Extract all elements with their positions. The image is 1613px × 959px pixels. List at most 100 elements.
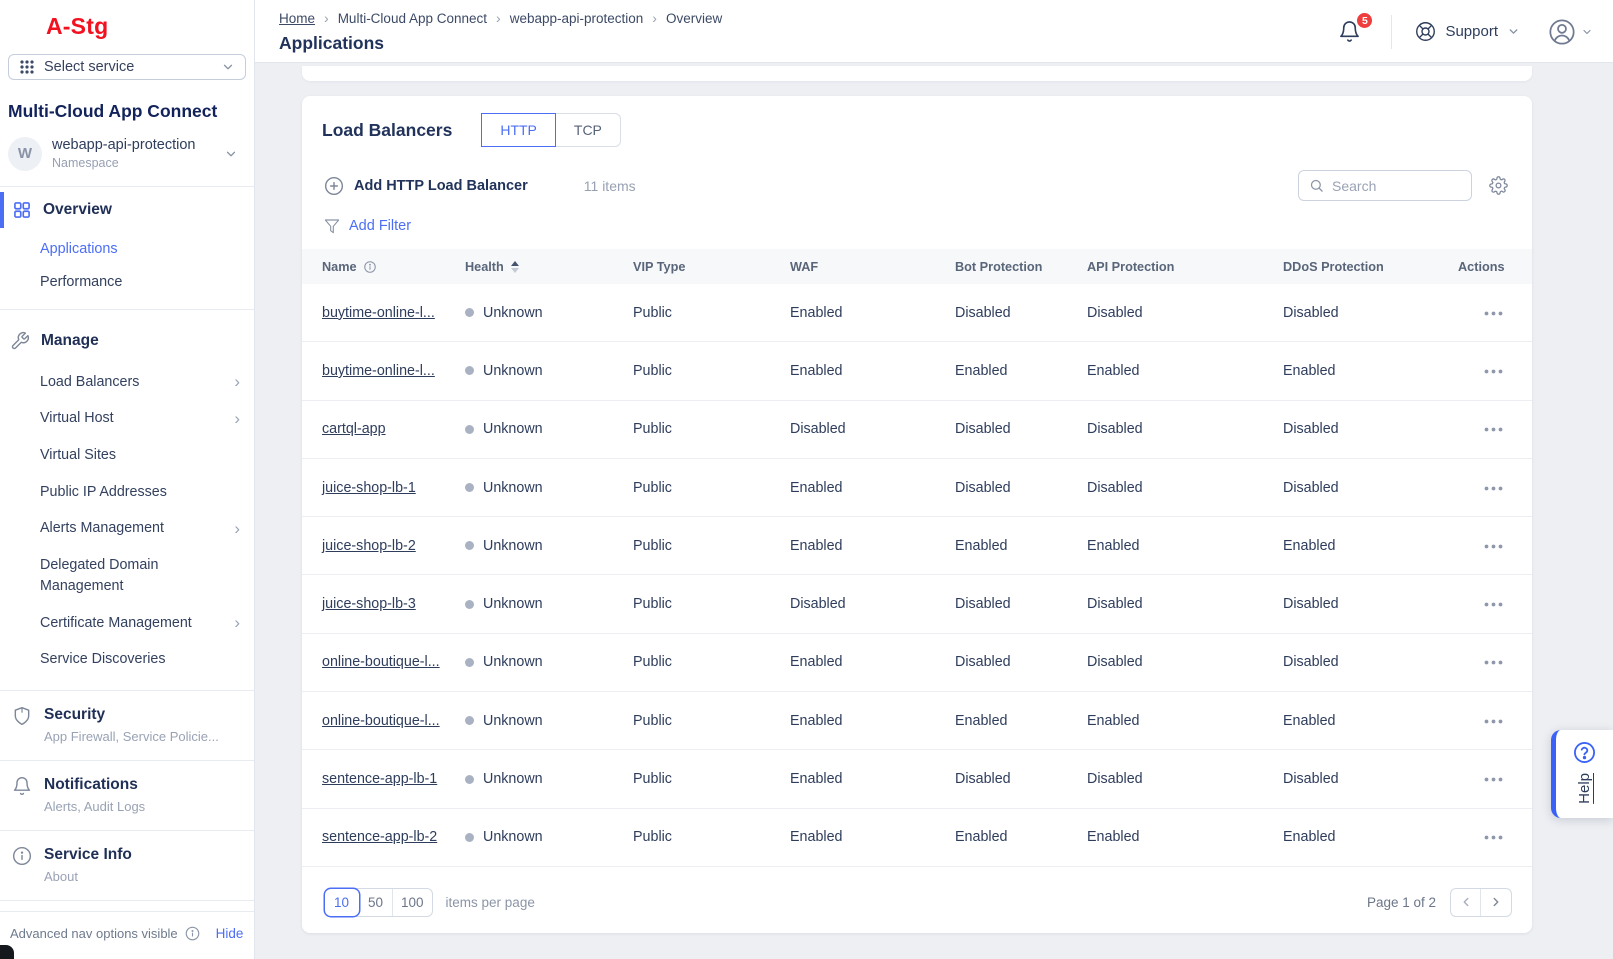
sidebar-sub-link[interactable]: Public IP Addresses › — [0, 474, 254, 511]
vip-type-cell: Public — [633, 771, 790, 787]
ddos-protection-cell: Disabled — [1283, 421, 1458, 437]
row-actions-button[interactable] — [1482, 305, 1505, 322]
row-actions-button[interactable] — [1482, 480, 1505, 497]
page-size-option[interactable]: 50 — [359, 889, 393, 916]
waf-cell: Enabled — [790, 480, 955, 496]
health-cell: Unknown — [465, 829, 633, 845]
table-row: buytime-online-l... Unknown Public Enabl… — [302, 284, 1532, 342]
next-page-button[interactable] — [1481, 889, 1511, 916]
help-tab[interactable]: Help — [1551, 730, 1613, 818]
ellipsis-icon — [1484, 835, 1503, 840]
column-header-ddos-protection[interactable]: DDoS Protection — [1283, 260, 1458, 274]
lb-name-link[interactable]: juice-shop-lb-3 — [322, 596, 416, 612]
sidebar-item-notifications[interactable]: Notifications Alerts, Audit Logs — [0, 760, 254, 830]
user-avatar-icon — [1548, 18, 1576, 46]
row-actions-button[interactable] — [1482, 829, 1505, 846]
lb-type-tab[interactable]: TCP — [556, 113, 621, 147]
lb-name-link[interactable]: cartql-app — [322, 421, 386, 437]
namespace-selector[interactable]: W webapp-api-protection Namespace — [8, 135, 246, 186]
breadcrumb-item[interactable]: Multi-Cloud App Connect — [315, 10, 487, 26]
search-icon — [1309, 178, 1324, 193]
lb-name-link[interactable]: buytime-online-l... — [322, 305, 435, 321]
bot-protection-cell: Disabled — [955, 305, 1087, 321]
table-search[interactable] — [1298, 170, 1472, 201]
add-filter-button[interactable]: Add Filter — [349, 218, 411, 234]
row-actions-button[interactable] — [1482, 713, 1505, 730]
info-circle-icon[interactable] — [185, 926, 200, 941]
row-actions-button[interactable] — [1482, 596, 1505, 613]
sidebar-sub-link[interactable]: Virtual Sites › — [0, 437, 254, 474]
support-button[interactable]: Support — [1415, 21, 1520, 42]
column-header-waf[interactable]: WAF — [790, 260, 955, 274]
sidebar-sub-link[interactable]: Load Balancers › — [0, 364, 254, 401]
page-size-option[interactable]: 100 — [393, 889, 432, 916]
waf-cell: Enabled — [790, 713, 955, 729]
row-actions-button[interactable] — [1482, 771, 1505, 788]
lb-name-link[interactable]: sentence-app-lb-2 — [322, 829, 437, 845]
row-actions-button[interactable] — [1482, 538, 1505, 555]
ddos-protection-cell: Disabled — [1283, 305, 1458, 321]
column-header-bot-protection[interactable]: Bot Protection — [955, 260, 1087, 274]
table-row: buytime-online-l... Unknown Public Enabl… — [302, 342, 1532, 400]
breadcrumb-item[interactable]: Home — [279, 11, 315, 26]
sidebar-item-security[interactable]: Security App Firewall, Service Policie..… — [0, 690, 254, 760]
notification-count-badge: 5 — [1355, 11, 1374, 30]
section-subtitle: App Firewall, Service Policie... — [44, 729, 219, 744]
vip-type-cell: Public — [633, 596, 790, 612]
shield-icon — [12, 706, 32, 744]
column-header-health[interactable]: Health — [465, 260, 633, 274]
chevron-down-icon — [1581, 26, 1593, 38]
sidebar-sub-link[interactable]: Virtual Host › — [0, 400, 254, 437]
lb-name-link[interactable]: juice-shop-lb-1 — [322, 480, 416, 496]
column-header-vip-type[interactable]: VIP Type — [633, 260, 790, 274]
sidebar-sub-link[interactable]: Service Discoveries › — [0, 641, 254, 678]
lb-name-link[interactable]: online-boutique-l... — [322, 713, 440, 729]
sidebar-sub-link[interactable]: Delegated Domain Management › — [0, 547, 254, 604]
lb-name-link[interactable]: sentence-app-lb-1 — [322, 771, 437, 787]
table-settings-button[interactable] — [1489, 176, 1508, 195]
ellipsis-icon — [1484, 486, 1503, 491]
ellipsis-icon — [1484, 369, 1503, 374]
apps-grid-icon — [19, 59, 35, 75]
row-actions-button[interactable] — [1482, 363, 1505, 380]
user-menu-button[interactable] — [1548, 18, 1593, 46]
health-cell: Unknown — [465, 596, 633, 612]
hide-link[interactable]: Hide — [216, 926, 244, 941]
sidebar-item-manage[interactable]: Manage — [0, 318, 254, 364]
ddos-protection-cell: Disabled — [1283, 596, 1458, 612]
search-input[interactable] — [1332, 178, 1452, 194]
column-header-actions: Actions — [1458, 260, 1512, 274]
vip-type-cell: Public — [633, 363, 790, 379]
health-cell: Unknown — [465, 363, 633, 379]
sidebar-sub-link[interactable]: Alerts Management › — [0, 510, 254, 547]
add-http-load-balancer-button[interactable]: Add HTTP Load Balancer — [324, 176, 528, 196]
health-status-dot — [465, 483, 474, 492]
row-actions-button[interactable] — [1482, 654, 1505, 671]
sidebar-sub-link[interactable]: Applications — [0, 233, 254, 266]
lb-name-link[interactable]: juice-shop-lb-2 — [322, 538, 416, 554]
bot-protection-cell: Disabled — [955, 596, 1087, 612]
service-selector[interactable]: Select service — [8, 54, 246, 80]
lb-name-link[interactable]: buytime-online-l... — [322, 363, 435, 379]
bot-protection-cell: Disabled — [955, 771, 1087, 787]
column-header-api-protection[interactable]: API Protection — [1087, 260, 1283, 274]
per-page-label: items per page — [446, 895, 535, 910]
lb-name-link[interactable]: online-boutique-l... — [322, 654, 440, 670]
page-size-option[interactable]: 10 — [325, 889, 359, 916]
sidebar-sub-link[interactable]: Performance — [0, 266, 254, 299]
sidebar-item-overview[interactable]: Overview — [0, 187, 254, 233]
breadcrumb-item[interactable]: webapp-api-protection — [487, 10, 643, 26]
previous-page-button[interactable] — [1451, 889, 1481, 916]
sort-asc-icon — [511, 261, 519, 273]
sidebar-sub-link[interactable]: Certificate Management › — [0, 605, 254, 642]
row-actions-button[interactable] — [1482, 421, 1505, 438]
breadcrumb-item[interactable]: Overview — [643, 10, 722, 26]
main-content: Load Balancers HTTPTCP Add HTTP Load Bal… — [255, 63, 1613, 959]
notifications-button[interactable]: 5 — [1334, 16, 1365, 47]
question-circle-icon — [1573, 741, 1596, 764]
sidebar-item-service-info[interactable]: Service Info About — [0, 830, 254, 900]
lb-type-tab[interactable]: HTTP — [481, 113, 556, 147]
section-subtitle: About — [44, 869, 132, 884]
column-header-name[interactable]: Name — [322, 260, 465, 274]
bot-protection-cell: Enabled — [955, 713, 1087, 729]
